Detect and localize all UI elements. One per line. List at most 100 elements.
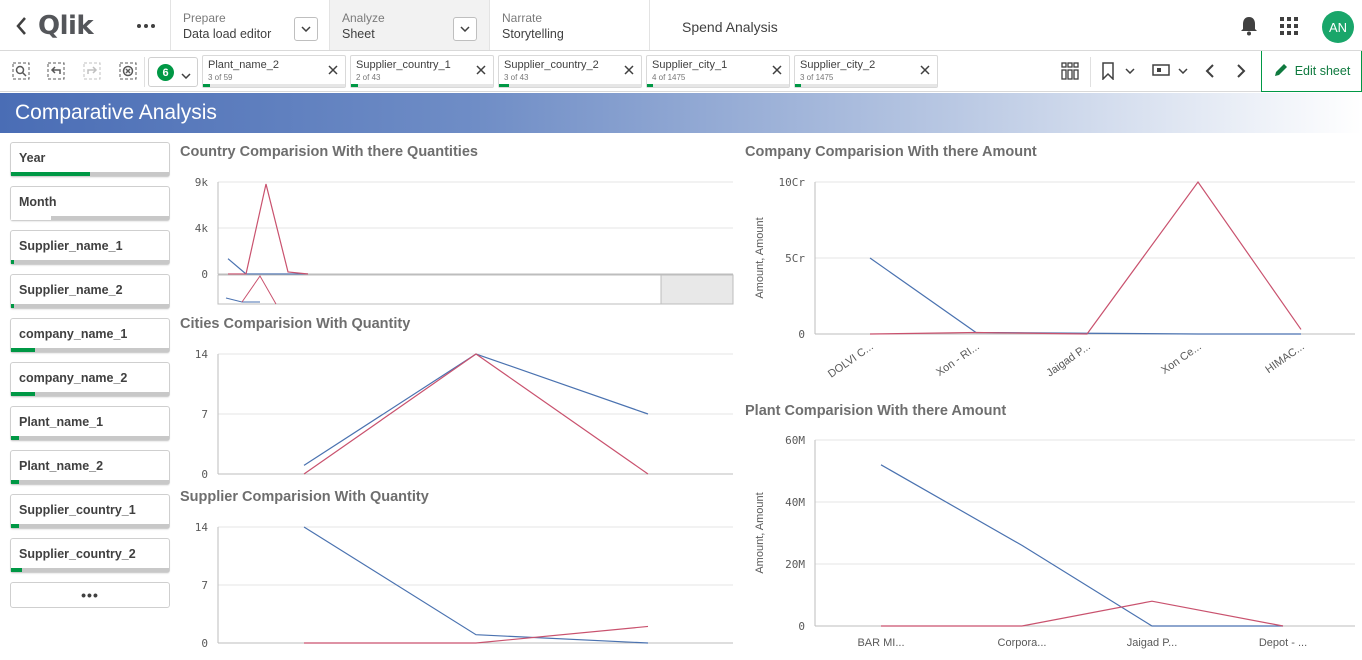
y-tick-label: 9k: [195, 176, 209, 189]
nav-analyze-label: Analyze: [342, 11, 385, 25]
selections-tool-icon[interactable]: [1059, 60, 1081, 82]
bookmark-icon[interactable]: [1097, 60, 1119, 82]
close-icon[interactable]: [622, 63, 636, 77]
y-axis-title: Amount, Amount: [754, 492, 766, 573]
chart-supplier-comparison[interactable]: 14 7 0: [180, 513, 736, 653]
selection-chip-plant-name-2[interactable]: Plant_name_2 3 of 59: [202, 55, 346, 88]
selection-chip-supplier-country-2[interactable]: Supplier_country_2 3 of 43: [498, 55, 642, 88]
filter-pane-label: Supplier_name_1: [19, 239, 123, 253]
filter-pane-supplier-name-1[interactable]: Supplier_name_1: [10, 230, 170, 265]
more-icon[interactable]: [134, 14, 158, 38]
chart-cities-comparison[interactable]: 14 7 0: [180, 340, 736, 481]
filter-pane-selected-bar: [11, 304, 15, 308]
filter-pane-state-bar: [11, 436, 169, 440]
filter-pane-plant-name-2[interactable]: Plant_name_2: [10, 450, 170, 485]
smart-search-icon[interactable]: [10, 60, 32, 82]
step-forward-icon: [81, 60, 103, 82]
next-sheet-icon[interactable]: [1230, 60, 1252, 82]
clear-selections-icon[interactable]: [117, 60, 139, 82]
y-tick-label: 0: [798, 620, 805, 633]
chip-progress-track: [795, 84, 937, 87]
selections-toolbar: 6 Plant_name_2 3 of 59 Supplier_country_…: [0, 51, 1362, 92]
chip-field-name: Supplier_country_2: [504, 59, 599, 71]
mini-chart-scroller: [217, 274, 734, 305]
apps-grid-icon[interactable]: [1280, 17, 1298, 40]
y-tick-label: 40M: [785, 496, 805, 509]
step-back-icon[interactable]: [45, 60, 67, 82]
y-tick-label: 10Cr: [779, 176, 806, 189]
user-avatar[interactable]: AN: [1322, 11, 1354, 43]
close-icon[interactable]: [770, 63, 784, 77]
chevron-down-icon[interactable]: [294, 17, 318, 41]
filter-pane-month[interactable]: Month: [10, 186, 170, 221]
selection-chip-supplier-city-1[interactable]: Supplier_city_1 4 of 1475: [646, 55, 790, 88]
close-icon[interactable]: [326, 63, 340, 77]
chevron-left-icon[interactable]: [10, 13, 32, 39]
series-line-1: [880, 464, 1283, 627]
filter-pane-state-bar: [11, 568, 169, 572]
chart-country-comparison[interactable]: 9k 4k 0: [180, 168, 736, 308]
chip-field-name: Supplier_city_2: [800, 59, 876, 71]
filter-pane-label: Plant_name_1: [19, 415, 104, 429]
chip-field-name: Supplier_city_1: [652, 59, 728, 71]
chevron-down-icon[interactable]: [453, 17, 477, 41]
chart-plant-comparison[interactable]: 60M 40M 20M 0 Amount, Amount BAR MI... Corpora…: [745, 427, 1357, 653]
nav-analyze[interactable]: Analyze Sheet: [329, 0, 490, 50]
app-title-section: Spend Analysis: [649, 0, 1209, 50]
y-tick-label: 0: [201, 268, 208, 281]
edit-sheet-button[interactable]: Edit sheet: [1261, 51, 1362, 92]
x-tick-label: DOLVI C...: [826, 341, 876, 381]
close-icon[interactable]: [918, 63, 932, 77]
chip-progress-fill: [203, 84, 211, 87]
filter-pane-supplier-name-2[interactable]: Supplier_name_2: [10, 274, 170, 309]
filter-pane-selected-bar: [11, 480, 19, 484]
filter-pane-supplier-country-2[interactable]: Supplier_country_2: [10, 538, 170, 573]
filter-pane-selected-bar: [11, 436, 19, 440]
filter-pane-year[interactable]: Year: [10, 142, 170, 177]
chevron-down-icon[interactable]: [1119, 60, 1141, 82]
filter-pane-possible-bar: [11, 216, 51, 220]
chip-progress-fill: [795, 84, 801, 87]
presentation-icon[interactable]: [1150, 60, 1172, 82]
filter-pane-company-name-1[interactable]: company_name_1: [10, 318, 170, 353]
more-filters-button[interactable]: •••: [10, 582, 170, 608]
selections-count-button[interactable]: 6: [148, 57, 198, 87]
nav-narrate[interactable]: Narrate Storytelling: [489, 0, 650, 50]
filter-pane-label: Year: [19, 151, 46, 165]
filter-pane-label: Supplier_country_1: [19, 503, 136, 517]
nav-analyze-value: Sheet: [342, 27, 375, 41]
selection-chip-supplier-city-2[interactable]: Supplier_city_2 3 of 1475: [794, 55, 938, 88]
y-tick-label: 0: [201, 468, 208, 481]
bell-icon[interactable]: [1240, 16, 1258, 41]
filter-pane-supplier-country-1[interactable]: Supplier_country_1: [10, 494, 170, 529]
chart-company-comparison[interactable]: 10Cr 5Cr 0 Amount, Amount DOLVI C... Xon - RI…: [745, 168, 1357, 398]
selection-chip-supplier-country-1[interactable]: Supplier_country_1 2 of 43: [350, 55, 494, 88]
filter-pane-plant-name-1[interactable]: Plant_name_1: [10, 406, 170, 441]
filter-pane-state-bar: [11, 524, 169, 528]
chevron-down-icon: [181, 66, 191, 84]
nav-narrate-value: Storytelling: [502, 27, 564, 41]
close-icon[interactable]: [474, 63, 488, 77]
filter-pane-company-name-2[interactable]: company_name_2: [10, 362, 170, 397]
app-title: Spend Analysis: [682, 19, 778, 35]
series-line-2: [228, 183, 309, 275]
chart-title-company: Company Comparision With there Amount: [745, 144, 1037, 160]
filter-pane-selected-bar: [11, 348, 35, 352]
mini-chart-handle: [660, 274, 734, 305]
nav-prepare-label: Prepare: [183, 11, 226, 25]
y-tick-label: 0: [201, 637, 208, 650]
sheet-title-banner: Comparative Analysis: [0, 93, 1362, 133]
chip-count: 3 of 1475: [800, 73, 834, 82]
x-tick-label: Depot - ...: [1259, 637, 1307, 649]
chip-progress-track: [647, 84, 789, 87]
chart-title-plant: Plant Comparision With there Amount: [745, 403, 1007, 419]
chevron-down-icon[interactable]: [1172, 60, 1194, 82]
filter-pane-state-bar: [11, 392, 169, 396]
qlik-logo[interactable]: Qlik: [38, 9, 94, 43]
x-tick-label: Xon Ce...: [1159, 341, 1203, 377]
nav-prepare-value: Data load editor: [183, 27, 272, 41]
x-tick-label: Corpora...: [998, 637, 1047, 649]
filter-pane-state-bar: [11, 260, 169, 264]
nav-prepare[interactable]: Prepare Data load editor: [170, 0, 330, 50]
previous-sheet-icon[interactable]: [1199, 60, 1221, 82]
